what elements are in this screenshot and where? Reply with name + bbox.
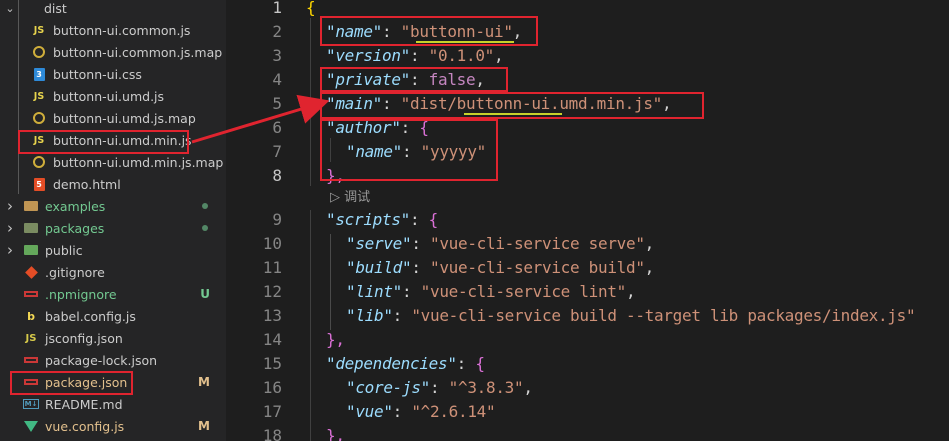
annotation-arrow (191, 94, 330, 144)
